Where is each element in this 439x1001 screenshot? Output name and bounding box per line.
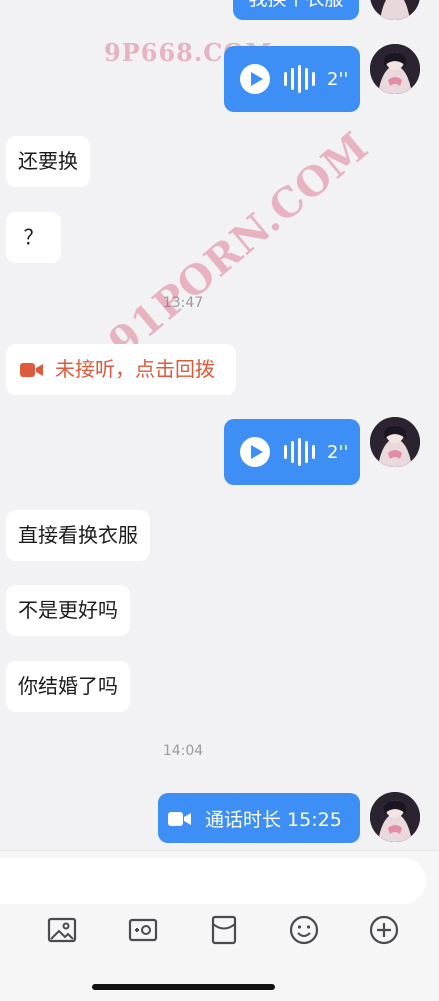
avatar-self[interactable]	[370, 0, 420, 20]
message-bubble-incoming[interactable]: 你结婚了吗	[6, 661, 130, 712]
video-call-icon	[168, 812, 191, 826]
camera-icon[interactable]	[127, 914, 159, 946]
avatar-image	[370, 0, 420, 20]
message-bubble-incoming[interactable]: 不是更好吗	[6, 585, 130, 636]
message-text: 还要换	[18, 149, 78, 173]
call-duration-text: 通话时长 15:25	[205, 809, 342, 831]
home-indicator[interactable]	[92, 984, 275, 990]
video-call-icon	[20, 363, 43, 377]
image-icon[interactable]	[46, 914, 78, 946]
play-icon[interactable]	[240, 64, 270, 94]
message-bubble-outgoing-partial[interactable]: 我换个衣服	[233, 0, 359, 20]
message-text: 不是更好吗	[18, 598, 118, 622]
call-duration-bubble[interactable]: 通话时长 15:25	[158, 793, 360, 843]
play-icon[interactable]	[240, 437, 270, 467]
message-bubble-incoming[interactable]: 直接看换衣服	[6, 510, 150, 561]
voice-message-bubble[interactable]: 2''	[224, 46, 360, 112]
message-text: 你结婚了吗	[18, 674, 118, 698]
message-text: ？	[23, 225, 44, 249]
message-bubble-incoming[interactable]: ？	[6, 212, 61, 263]
message-text: 我换个衣服	[233, 0, 359, 20]
message-text: 直接看换衣服	[18, 523, 138, 547]
avatar-image	[370, 44, 420, 94]
avatar-self[interactable]	[370, 792, 420, 842]
voice-duration: 2''	[327, 441, 349, 463]
message-bubble-incoming[interactable]: 还要换	[6, 136, 90, 187]
missed-call-bubble[interactable]: 未接听，点击回拨	[6, 344, 236, 395]
voice-message-bubble[interactable]: 2''	[224, 419, 360, 485]
emoji-icon[interactable]	[288, 914, 320, 946]
red-packet-icon[interactable]	[208, 914, 240, 946]
avatar-image	[370, 792, 420, 842]
message-input[interactable]	[0, 858, 426, 904]
missed-call-text: 未接听，点击回拨	[55, 357, 215, 381]
avatar-self[interactable]	[370, 44, 420, 94]
watermark-diagonal: 91PORN.COM	[100, 122, 378, 367]
plus-icon[interactable]	[368, 914, 400, 946]
timestamp: 14:04	[162, 743, 204, 759]
voice-duration: 2''	[327, 68, 349, 90]
avatar-self[interactable]	[370, 417, 420, 467]
waveform-icon	[284, 65, 315, 93]
avatar-image	[370, 417, 420, 467]
waveform-icon	[284, 438, 315, 466]
